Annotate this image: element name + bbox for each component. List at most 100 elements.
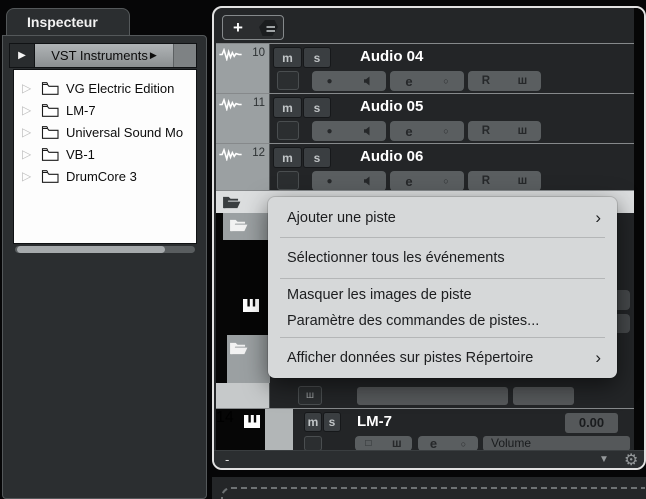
expander-triangle-icon[interactable]: ▷ (22, 103, 34, 117)
expander-triangle-icon[interactable]: ▷ (22, 81, 34, 95)
write-automation-button[interactable]: ш (518, 75, 528, 87)
record-arm-icon[interactable]: ● (326, 76, 332, 87)
solo-button[interactable]: s (303, 147, 331, 168)
plugin-folder-label: DrumCore 3 (66, 169, 137, 184)
record-square-icon[interactable]: □ (365, 438, 371, 449)
track-color-cell[interactable] (216, 285, 270, 335)
expander-triangle-icon[interactable]: ▷ (22, 169, 34, 183)
track-row-audio-05[interactable]: 11 m s Audio 05 ● e ○ R ш (216, 93, 644, 143)
audio-waveform-icon (219, 98, 242, 111)
list-item[interactable]: ▷ VB-1 (14, 143, 196, 165)
edit-channel-button[interactable]: e (405, 174, 412, 189)
submenu-arrow-icon: ▶ (150, 50, 157, 61)
insert-state-icon[interactable]: ○ (443, 126, 448, 136)
track-color-cell[interactable] (216, 213, 270, 240)
menu-item-add-track[interactable]: Ajouter une piste › (268, 201, 617, 234)
section-label: VST Instruments (51, 48, 148, 63)
volume-fader-field[interactable]: Volume (483, 436, 630, 450)
track-controls-row[interactable]: ш (216, 383, 644, 408)
record-enable-box[interactable] (277, 121, 299, 140)
write-automation-button[interactable]: ш (518, 125, 528, 137)
menu-item-show-folder-track-data[interactable]: Afficher données sur pistes Répertoire › (268, 341, 617, 374)
list-item[interactable]: ▷ Universal Sound Mo (14, 121, 196, 143)
mute-button[interactable]: m (273, 97, 302, 118)
read-automation-button[interactable]: R (482, 175, 490, 187)
track-color-cell[interactable]: 10 (216, 44, 270, 93)
track-name[interactable]: LM-7 (357, 413, 392, 430)
monitor-speaker-icon[interactable] (362, 176, 372, 186)
folder-icon (41, 125, 59, 139)
expand-down-icon[interactable]: ▼ (599, 454, 609, 465)
list-item[interactable]: ▷ LM-7 (14, 99, 196, 121)
menu-item-hide-track-pictures[interactable]: Masquer les images de piste (268, 282, 617, 307)
record-arm-icon[interactable]: ● (326, 126, 332, 137)
record-enable-box[interactable] (304, 436, 322, 450)
menu-item-label: Afficher données sur pistes Répertoire (287, 350, 595, 366)
read-automation-button[interactable]: R (482, 125, 490, 137)
track-name[interactable]: Audio 06 (360, 148, 423, 165)
monitor-speaker-icon[interactable] (362, 76, 372, 86)
track-color-cell[interactable] (216, 240, 270, 285)
insert-state-icon[interactable]: ○ (461, 439, 466, 449)
gear-icon[interactable]: ⚙ (624, 450, 638, 470)
edit-channel-button[interactable]: e (405, 124, 412, 139)
track-preset-button[interactable] (253, 16, 283, 39)
edit-channel-button[interactable]: e (405, 74, 412, 89)
record-monitor-group: ● (312, 171, 386, 190)
piano-keys-icon (244, 415, 260, 428)
insert-state-icon[interactable]: ○ (443, 76, 448, 86)
edit-group: e ○ (390, 171, 464, 190)
solo-button[interactable]: s (303, 47, 331, 68)
track-row-lm7[interactable]: 14 m s LM-7 0.00 □ ш e ○ Volume (216, 408, 644, 450)
read-automation-button[interactable]: R (482, 75, 490, 87)
track-color-cell[interactable]: 12 (216, 144, 270, 190)
add-track-button[interactable]: + (223, 16, 253, 39)
monitor-icon[interactable]: ш (392, 438, 402, 450)
edit-channel-button[interactable]: e (430, 436, 437, 450)
track-row-audio-04[interactable]: 10 m s Audio 04 ● e ○ R ш (216, 43, 644, 93)
mute-button[interactable]: m (273, 147, 302, 168)
record-enable-box[interactable] (277, 71, 299, 90)
monitor-speaker-icon[interactable] (362, 126, 372, 136)
automation-group: R ш (468, 71, 541, 91)
track-name[interactable]: Audio 05 (360, 98, 423, 115)
menu-item-track-controls-settings[interactable]: Paramètre des commandes de pistes... (268, 307, 617, 334)
gain-value-field[interactable]: 0.00 (565, 413, 618, 433)
mute-button[interactable]: m (273, 47, 302, 68)
track-color-cell[interactable] (216, 335, 270, 383)
vst-instruments-dropdown[interactable]: VST Instruments ▶ (35, 44, 173, 67)
tab-inspecteur[interactable]: Inspecteur (6, 8, 130, 36)
track-number: 14 (216, 409, 234, 426)
list-item[interactable]: ▷ VG Electric Edition (14, 77, 196, 99)
insert-state-icon[interactable]: ○ (443, 176, 448, 186)
solo-button[interactable]: s (323, 412, 341, 432)
record-enable-box[interactable] (277, 171, 299, 190)
track-name[interactable]: Audio 04 (360, 48, 423, 65)
track-row-audio-06[interactable]: 12 m s Audio 06 ● e ○ R ш (216, 143, 644, 190)
collapse-button[interactable]: - (225, 452, 229, 467)
open-folder-icon (222, 195, 241, 210)
section-expand-button[interactable]: ▶ (10, 44, 35, 67)
expander-triangle-icon[interactable]: ▷ (22, 125, 34, 139)
expander-triangle-icon[interactable]: ▷ (22, 147, 34, 161)
track-parameter-field[interactable] (513, 387, 574, 405)
solo-button[interactable]: s (303, 97, 331, 118)
menu-separator (280, 278, 605, 279)
record-arm-icon[interactable]: ● (326, 176, 332, 187)
horizontal-scrollbar[interactable] (15, 246, 195, 253)
menu-item-select-all-events[interactable]: Sélectionner tous les événements (268, 241, 617, 275)
vst-plugin-list: ▷ VG Electric Edition ▷ LM-7 ▷ Universal… (13, 69, 197, 244)
lower-zone-panel (212, 477, 646, 499)
vst-instruments-section-header[interactable]: ▶ VST Instruments ▶ (9, 43, 197, 68)
track-color-cell[interactable]: 11 (216, 94, 270, 143)
list-item[interactable]: ▷ DrumCore 3 (14, 165, 196, 187)
track-color-cell[interactable]: 14 (216, 409, 293, 450)
plugin-folder-label: LM-7 (66, 103, 96, 118)
write-automation-button[interactable]: ш (298, 386, 322, 405)
write-automation-button[interactable]: ш (518, 175, 528, 187)
folder-icon (41, 81, 59, 95)
scrollbar-thumb[interactable] (17, 246, 165, 253)
mute-button[interactable]: m (304, 412, 322, 432)
track-color-cell[interactable] (216, 383, 270, 408)
track-parameter-field[interactable] (357, 387, 508, 405)
